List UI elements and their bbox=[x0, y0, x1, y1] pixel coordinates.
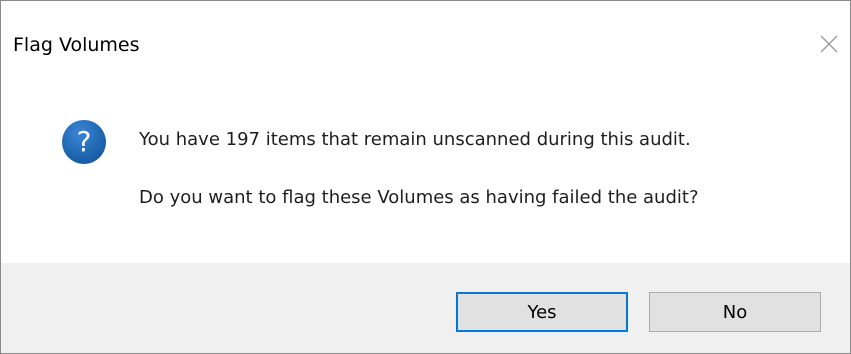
close-icon bbox=[819, 34, 839, 54]
question-icon: ? bbox=[61, 119, 107, 165]
no-button[interactable]: No bbox=[649, 292, 821, 332]
message-dialog: Flag Volumes ? You have 197 items that r… bbox=[0, 0, 851, 354]
close-button[interactable] bbox=[813, 28, 845, 60]
button-bar: Yes No bbox=[1, 263, 850, 353]
svg-text:?: ? bbox=[77, 125, 92, 158]
dialog-title: Flag Volumes bbox=[13, 34, 140, 56]
yes-button[interactable]: Yes bbox=[456, 292, 628, 332]
message-line-1: You have 197 items that remain unscanned… bbox=[139, 129, 691, 150]
message-line-2: Do you want to flag these Volumes as hav… bbox=[139, 187, 699, 208]
